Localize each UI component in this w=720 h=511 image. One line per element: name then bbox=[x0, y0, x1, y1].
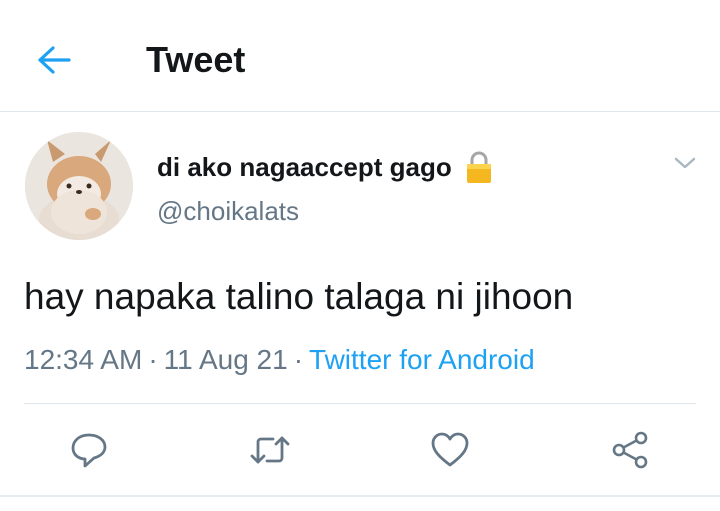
like-button[interactable] bbox=[428, 428, 472, 472]
arrow-left-icon bbox=[38, 46, 71, 74]
tweet-menu-button[interactable] bbox=[668, 146, 702, 180]
divider bbox=[24, 403, 696, 404]
tweet-date[interactable]: 11 Aug 21 bbox=[164, 344, 288, 375]
tweet-time[interactable]: 12:34 AM bbox=[24, 344, 142, 375]
reply-icon bbox=[71, 433, 107, 468]
share-button[interactable] bbox=[608, 428, 652, 472]
tweet-detail-screen: Tweet di ako nagaaccept gago @choikalats… bbox=[0, 0, 720, 511]
reply-button[interactable] bbox=[67, 428, 111, 472]
tweet-text: hay napaka talino talaga ni jihoon bbox=[24, 276, 574, 317]
tweet-metadata: 12:34 AM · 11 Aug 21 · Twitter for Android bbox=[24, 340, 535, 380]
meta-separator: · bbox=[293, 344, 304, 375]
heart-icon bbox=[431, 432, 469, 467]
author-name-row[interactable]: di ako nagaaccept gago bbox=[157, 147, 494, 187]
retweet-icon bbox=[250, 436, 290, 464]
top-app-bar: Tweet bbox=[0, 0, 720, 112]
retweet-button[interactable] bbox=[248, 428, 292, 472]
chevron-down-icon bbox=[674, 157, 696, 169]
tweet-source-link[interactable]: Twitter for Android bbox=[309, 344, 535, 375]
meta-separator: · bbox=[148, 344, 158, 375]
display-name: di ako nagaaccept gago bbox=[157, 151, 452, 182]
user-handle[interactable]: @choikalats bbox=[157, 196, 299, 227]
lock-icon bbox=[464, 149, 494, 185]
share-icon bbox=[612, 431, 648, 469]
plush-corgi-avatar-image bbox=[25, 132, 133, 240]
page-title: Tweet bbox=[146, 39, 246, 80]
bottom-divider bbox=[0, 495, 720, 497]
back-button[interactable] bbox=[30, 36, 78, 84]
avatar[interactable] bbox=[25, 132, 133, 240]
